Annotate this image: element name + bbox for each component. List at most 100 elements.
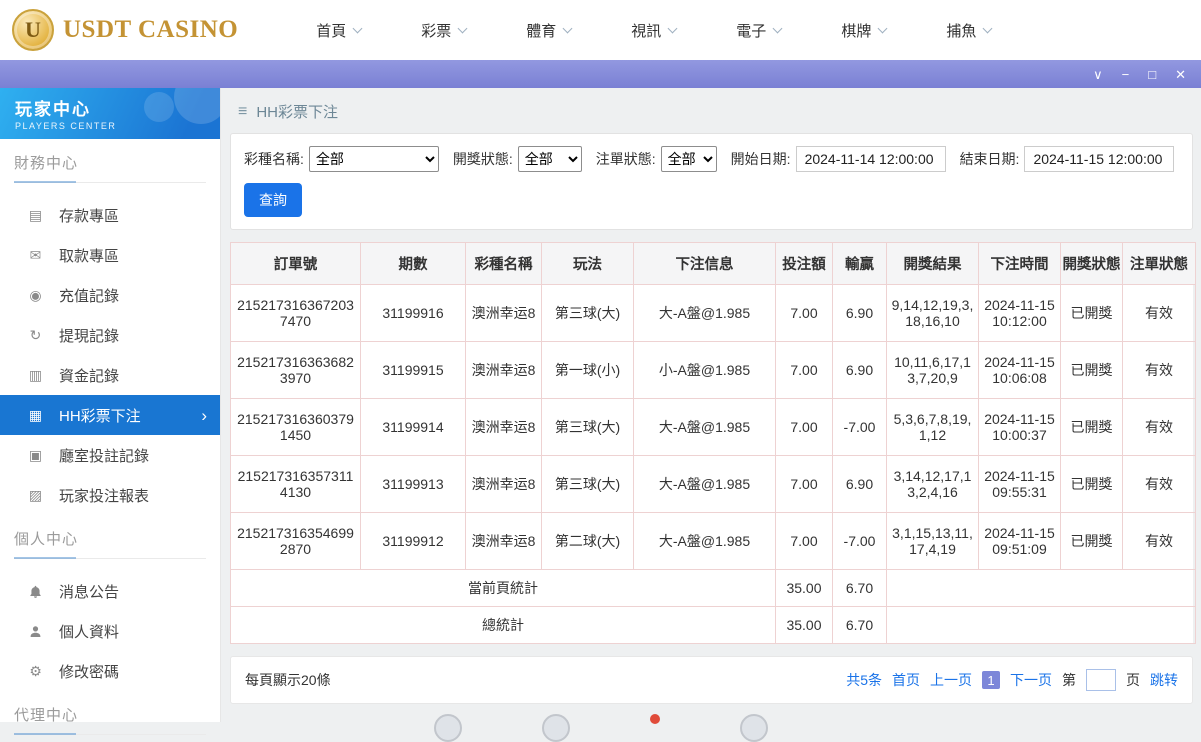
nav-item-fishing[interactable]: 捕魚	[916, 0, 1021, 60]
sidebar-item-deposit[interactable]: ▤ 存款專區	[0, 195, 220, 235]
prev-page-link[interactable]: 上一页	[930, 670, 972, 690]
window-minimize-button[interactable]: −	[1122, 68, 1130, 81]
nav-item-lottery[interactable]: 彩票	[391, 0, 496, 60]
table-row: 2152173163603791450 31199914 澳洲幸运8 第三球(大…	[230, 398, 1196, 456]
nav-item-chess[interactable]: 棋牌	[811, 0, 916, 60]
top-header: U USDT CASINO 首頁 彩票 體育 視訊 電子 棋牌 捕魚	[0, 0, 1201, 60]
cell-order-status: 有效	[1122, 284, 1196, 342]
pagination-bar: 每頁顯示20條 共5条 首页 上一页 1 下一页 第 页 跳转	[230, 656, 1193, 704]
col-header-bet-info: 下注信息	[633, 242, 776, 285]
nav-item-label: 捕魚	[946, 22, 977, 40]
cell-order-id: 2152173163573114130	[230, 455, 361, 513]
per-page-label: 每頁顯示20條	[245, 672, 331, 688]
cell-winloss: 6.90	[832, 284, 887, 342]
jump-suffix-label: 页	[1126, 672, 1140, 688]
chevron-down-icon	[772, 23, 783, 33]
col-header-play-type: 玩法	[541, 242, 634, 285]
cell-period: 31199915	[360, 341, 466, 399]
chevron-down-icon	[457, 23, 468, 33]
funds-icon: ▥	[28, 367, 43, 383]
cell-bet-info: 大-A盤@1.985	[633, 284, 776, 342]
sidebar-item-player-bet-report[interactable]: ▨ 玩家投注報表	[0, 475, 220, 515]
sidebar-item-withdraw[interactable]: ✉ 取款專區	[0, 235, 220, 275]
cell-order-id: 2152173163636823970	[230, 341, 361, 399]
page-jump-input[interactable]	[1086, 669, 1116, 691]
jump-link[interactable]: 跳转	[1150, 670, 1178, 690]
cell-bet-amount: 7.00	[775, 284, 833, 342]
sidebar-item-recharge-records[interactable]: ◉ 充值記錄	[0, 275, 220, 315]
jump-prefix-label: 第	[1062, 672, 1076, 688]
window-titlebar: ∨ − □ ✕	[0, 60, 1201, 88]
sidebar-item-withdraw-records[interactable]: ↻ 提現記錄	[0, 315, 220, 355]
summary-empty	[886, 606, 1196, 644]
cell-period: 31199913	[360, 455, 466, 513]
personal-menu: 消息公告 個人資料 ⚙ 修改密碼	[0, 571, 220, 691]
nav-item-slots[interactable]: 電子	[706, 0, 811, 60]
cell-lottery-name: 澳洲幸运8	[465, 512, 542, 570]
summary-bet-total: 35.00	[775, 606, 833, 644]
bets-table: 訂單號 期數 彩種名稱 玩法 下注信息 投注額 輸贏 開獎結果 下注時間 開獎狀…	[230, 242, 1196, 644]
sidebar-item-change-password[interactable]: ⚙ 修改密碼	[0, 651, 220, 691]
cell-bet-amount: 7.00	[775, 341, 833, 399]
cell-period: 31199916	[360, 284, 466, 342]
start-date-input[interactable]	[795, 146, 946, 172]
query-button[interactable]: 查詢	[244, 183, 302, 217]
cell-bet-info: 大-A盤@1.985	[633, 398, 776, 456]
cashout-icon: ↻	[29, 327, 42, 343]
col-header-lottery-name: 彩種名稱	[465, 242, 542, 285]
chevron-down-icon	[982, 23, 993, 33]
menu-icon[interactable]: ≡	[238, 103, 247, 121]
first-page-link[interactable]: 首页	[892, 670, 920, 690]
table-row: 2152173163573114130 31199913 澳洲幸运8 第三球(大…	[230, 455, 1196, 513]
cell-order-id: 2152173163603791450	[230, 398, 361, 456]
current-page-badge[interactable]: 1	[982, 671, 1000, 689]
nav-item-live-video[interactable]: 視訊	[601, 0, 706, 60]
cell-order-id: 2152173163546992870	[230, 512, 361, 570]
nav-item-label: 電子	[736, 22, 767, 40]
footer-circle-icon	[541, 714, 570, 742]
section-title-finance: 財務中心	[14, 152, 206, 183]
sidebar-item-label: 修改密碼	[59, 663, 120, 681]
window-close-button[interactable]: ✕	[1175, 68, 1186, 81]
sidebar-item-label: 玩家投注報表	[59, 487, 150, 505]
summary-bet-total: 35.00	[775, 569, 833, 607]
footer-circle-icon	[433, 714, 462, 742]
cell-bet-amount: 7.00	[775, 455, 833, 513]
main-content: ≡ HH彩票下注 彩種名稱: 全部 開獎狀態: 全部 注單狀態: 全部 開始日期…	[222, 88, 1201, 722]
window-collapse-button[interactable]: ∨	[1093, 68, 1103, 81]
nav-item-label: 首頁	[316, 22, 347, 40]
lottery-filter-label: 彩種名稱:	[244, 151, 304, 167]
sidebar-item-announcements[interactable]: 消息公告	[0, 571, 220, 611]
draw-status-select[interactable]: 全部	[517, 146, 582, 172]
sidebar-item-hh-lottery-bets[interactable]: ▦ HH彩票下注 ›	[0, 395, 220, 435]
cell-draw-status: 已開獎	[1060, 341, 1123, 399]
cell-lottery-name: 澳洲幸运8	[465, 341, 542, 399]
logo-monogram: U	[25, 17, 41, 42]
summary-row-grand-total: 總統計 35.00 6.70	[230, 606, 1196, 644]
lottery-select[interactable]: 全部	[308, 146, 439, 172]
brand-logo[interactable]: U USDT CASINO	[0, 9, 238, 51]
withdraw-icon: ✉	[29, 247, 42, 263]
cell-draw-status: 已開獎	[1060, 398, 1123, 456]
sidebar: 玩家中心 PLAYERS CENTER 財務中心 ▤ 存款專區 ✉ 取款專區 ◉…	[0, 88, 221, 735]
cell-bet-time: 2024-11-15 10:12:00	[978, 284, 1061, 342]
filter-row: 彩種名稱: 全部 開獎狀態: 全部 注單狀態: 全部 開始日期: 結束日期:	[244, 146, 1179, 172]
nav-item-sports[interactable]: 體育	[496, 0, 601, 60]
pagination-controls: 共5条 首页 上一页 1 下一页 第 页 跳转	[846, 669, 1178, 691]
nav-item-home[interactable]: 首頁	[286, 0, 391, 60]
sidebar-item-hall-bet-records[interactable]: ▣ 廳室投註記錄	[0, 435, 220, 475]
next-page-link[interactable]: 下一页	[1010, 670, 1052, 690]
sidebar-item-profile[interactable]: 個人資料	[0, 611, 220, 651]
sidebar-item-fund-records[interactable]: ▥ 資金記錄	[0, 355, 220, 395]
section-title-agent: 代理中心	[14, 704, 206, 735]
cell-lottery-name: 澳洲幸运8	[465, 455, 542, 513]
brand-name: USDT CASINO	[63, 16, 239, 43]
logo-coin-icon: U	[12, 9, 54, 51]
cell-order-status: 有效	[1122, 398, 1196, 456]
window-maximize-button[interactable]: □	[1148, 68, 1156, 81]
draw-status-filter-label: 開獎狀態:	[452, 151, 513, 167]
cell-draw-result: 3,1,15,13,11,17,4,19	[886, 512, 979, 570]
order-status-select[interactable]: 全部	[660, 146, 717, 172]
sidebar-item-label: HH彩票下注	[59, 407, 141, 425]
end-date-input[interactable]	[1024, 146, 1175, 172]
